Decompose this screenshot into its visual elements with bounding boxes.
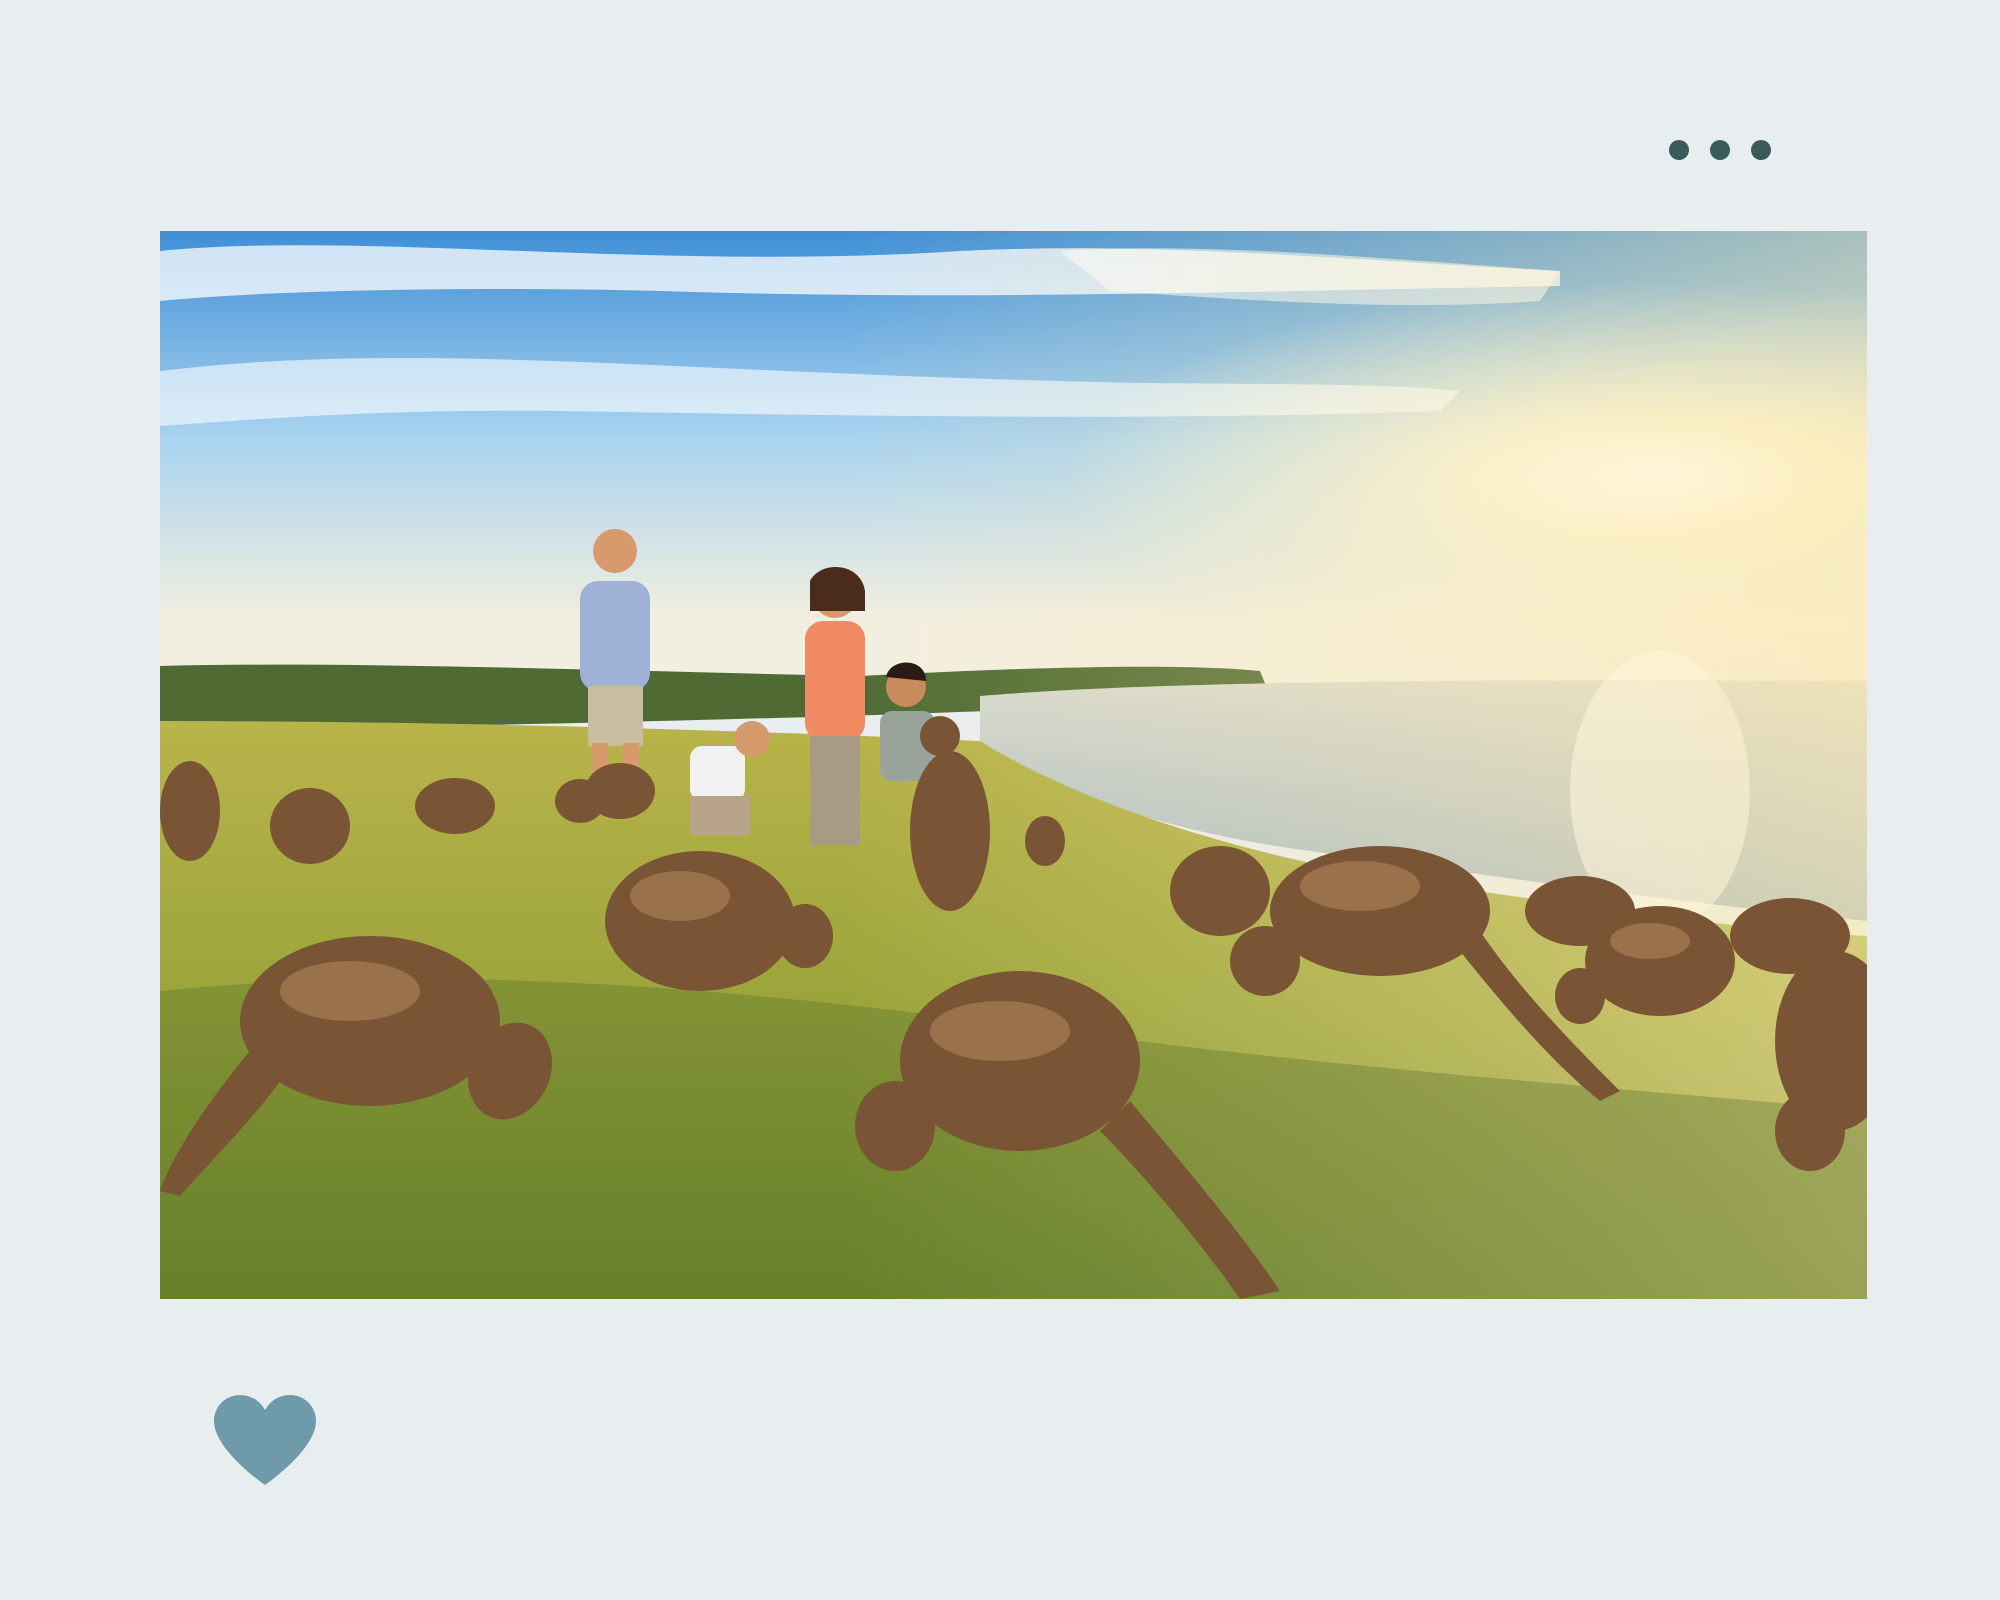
heart-icon: [214, 1395, 316, 1485]
like-button[interactable]: [214, 1395, 316, 1487]
post-photo[interactable]: [160, 231, 1867, 1299]
more-dot-icon: [1751, 140, 1771, 160]
post-card: [0, 0, 2000, 1600]
more-dot-icon: [1669, 140, 1689, 160]
more-options-button[interactable]: [1660, 130, 1780, 170]
photo-scene: [160, 231, 1867, 1299]
more-dot-icon: [1710, 140, 1730, 160]
